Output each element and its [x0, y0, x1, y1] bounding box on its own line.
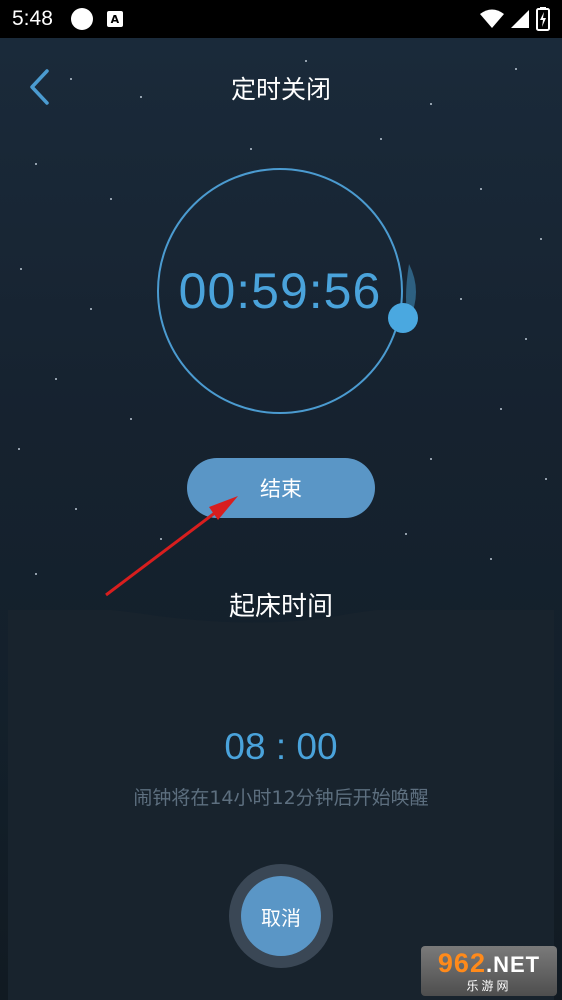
annotation-arrow [105, 496, 238, 597]
watermark-caption: 乐游网 [466, 979, 512, 993]
status-bar: 5:48 A [0, 0, 562, 38]
wifi-icon [480, 9, 504, 28]
page-title: 定时关闭 [230, 75, 331, 104]
watermark-title: 962.NET [438, 949, 540, 979]
watermark-suffix: .NET [485, 952, 541, 977]
watermark-logo: 962.NET 乐游网 [421, 946, 557, 996]
signal-icon [511, 10, 529, 28]
status-time: 5:48 [12, 7, 53, 30]
alarm-note: 闹钟将在14小时12分钟后开始唤醒 [133, 787, 429, 809]
alarm-time[interactable]: 08 : 00 [0, 726, 562, 768]
status-icons [480, 7, 550, 31]
wake-title: 起床时间 [228, 592, 333, 622]
cancel-button[interactable]: 取消 [241, 876, 321, 956]
a-badge-icon: A [106, 11, 123, 27]
circle-icon [70, 8, 93, 30]
battery-icon [536, 7, 550, 31]
countdown-display: 00:59:56 [178, 263, 382, 319]
watermark-digits: 962 [437, 948, 486, 978]
